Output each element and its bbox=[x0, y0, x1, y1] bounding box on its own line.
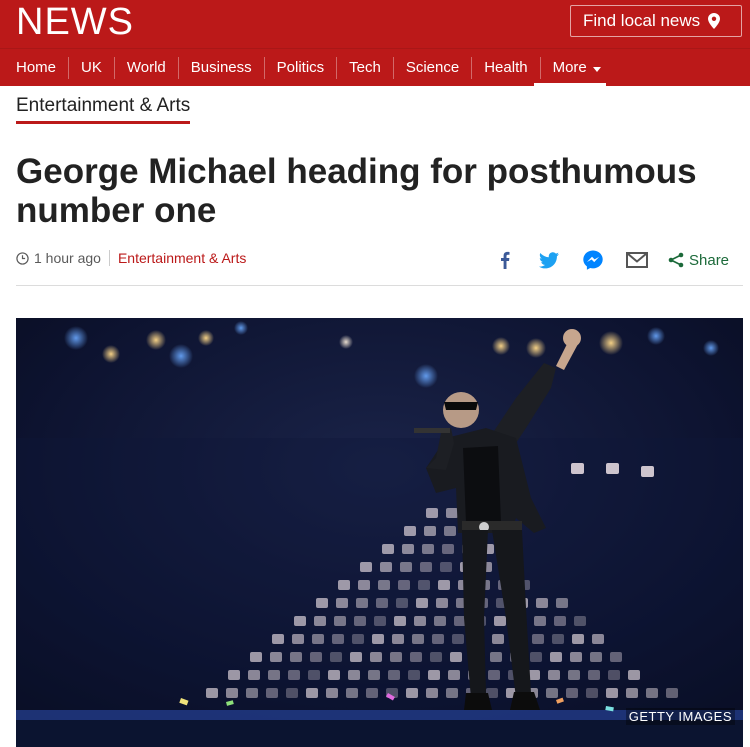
find-local-label: Find local news bbox=[583, 11, 701, 30]
article-meta: 1 hour ago Entertainment & Arts bbox=[16, 250, 246, 266]
nav-item-more[interactable]: More bbox=[539, 57, 613, 79]
meta-divider-line bbox=[16, 285, 743, 286]
main-nav: Home UK World Business Politics Tech Sci… bbox=[0, 48, 750, 86]
share-icon bbox=[668, 252, 684, 268]
share-label: Share bbox=[689, 251, 730, 269]
meta-divider bbox=[108, 250, 110, 266]
nav-item-world[interactable]: World bbox=[113, 57, 178, 79]
section-link[interactable]: Entertainment & Arts bbox=[16, 95, 191, 124]
chevron-down-icon bbox=[592, 66, 601, 72]
facebook-icon bbox=[501, 251, 510, 269]
nav-item-business[interactable]: Business bbox=[177, 57, 264, 79]
clock-icon bbox=[16, 251, 29, 265]
news-logo[interactable]: NEWS bbox=[16, 1, 134, 44]
nav-item-health[interactable]: Health bbox=[471, 57, 539, 79]
masthead: NEWS Find local news bbox=[0, 0, 750, 48]
nav-item-tech[interactable]: Tech bbox=[336, 57, 393, 79]
share-tools: Share bbox=[494, 249, 729, 271]
find-local-news-button[interactable]: Find local news bbox=[570, 5, 742, 37]
image-credit: GETTY IMAGES bbox=[625, 708, 735, 725]
twitter-share-button[interactable] bbox=[538, 249, 560, 271]
location-pin-icon bbox=[708, 13, 721, 29]
article-headline: George Michael heading for posthumous nu… bbox=[16, 152, 697, 230]
nav-item-science[interactable]: Science bbox=[392, 57, 471, 79]
nav-more-label: More bbox=[552, 59, 587, 76]
email-icon bbox=[626, 252, 648, 268]
facebook-share-button[interactable] bbox=[494, 249, 516, 271]
nav-item-politics[interactable]: Politics bbox=[263, 57, 337, 79]
twitter-icon bbox=[539, 251, 559, 268]
nav-item-home[interactable]: Home bbox=[4, 57, 68, 79]
nav-more-indicator bbox=[534, 83, 606, 87]
email-share-button[interactable] bbox=[626, 249, 648, 271]
nav-item-uk[interactable]: UK bbox=[68, 57, 114, 79]
messenger-share-button[interactable] bbox=[582, 249, 604, 271]
meta-section-link[interactable]: Entertainment & Arts bbox=[118, 250, 246, 266]
messenger-icon bbox=[583, 250, 603, 270]
performer-on-stage-image bbox=[16, 318, 743, 747]
article-hero-image: GETTY IMAGES bbox=[16, 318, 743, 747]
share-button[interactable]: Share bbox=[668, 252, 729, 269]
timestamp: 1 hour ago bbox=[34, 250, 101, 266]
